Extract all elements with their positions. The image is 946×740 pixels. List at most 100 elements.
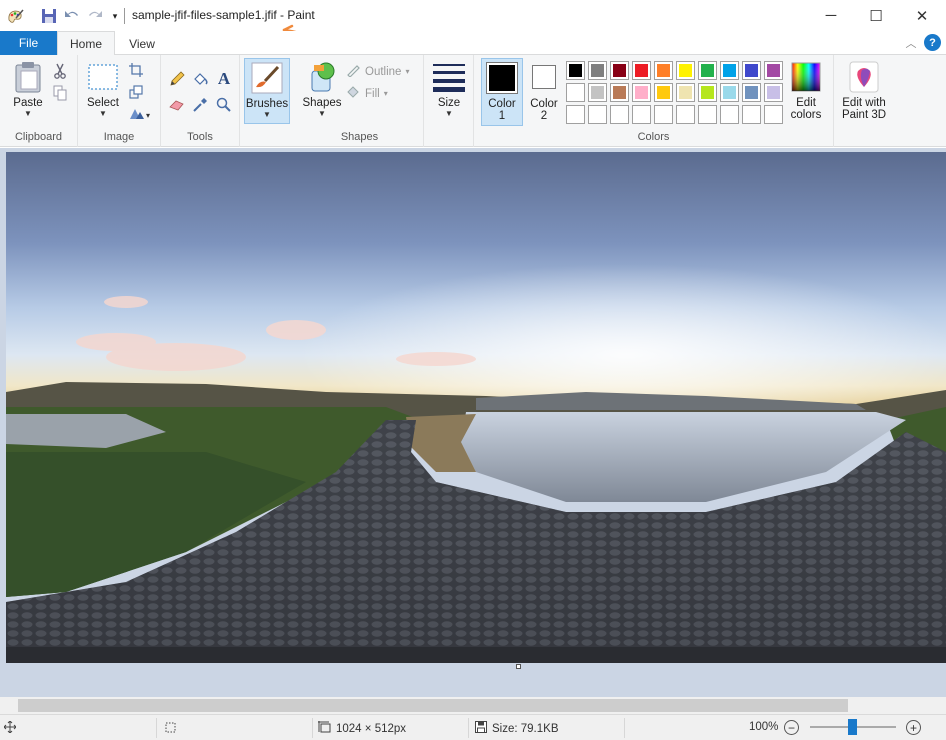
color-swatch[interactable] [742,83,761,102]
color-swatch[interactable] [698,83,717,102]
cut-icon[interactable] [50,61,70,81]
color-swatch[interactable] [610,61,629,80]
color-swatch[interactable] [566,61,585,80]
edit-with-paint3d-button[interactable]: Edit with Paint 3D [836,61,892,121]
color-swatch[interactable] [632,105,651,124]
color-swatch[interactable] [764,61,783,80]
edit-colors-button[interactable]: Edit colors [786,61,826,121]
group-image: Select ▼ ▾ Image [78,55,161,147]
rotate-icon[interactable]: ▾ [126,104,154,124]
color-swatch[interactable] [676,105,695,124]
paste-button[interactable]: Paste ▼ [8,61,48,118]
image-dimensions: 1024 × 512px [318,721,406,736]
paste-dropdown-icon[interactable]: ▼ [24,109,32,118]
color-swatch-fill [723,86,736,99]
color-swatch[interactable] [654,61,673,80]
customize-dropdown-icon[interactable]: ▾ [106,7,124,25]
color-swatch[interactable] [764,83,783,102]
image-canvas[interactable] [6,152,946,663]
select-dropdown-icon[interactable]: ▼ [99,109,107,118]
window-title: sample-jfif-files-sample1.jfif - Paint [132,8,315,22]
file-size: Size: 79.1KB [475,721,558,736]
fill-button[interactable]: Fill ▾ [346,85,388,102]
color-swatch-fill [569,108,582,121]
tab-view[interactable]: View [118,31,166,56]
color-swatch[interactable] [632,83,651,102]
magnifier-icon[interactable] [214,95,234,115]
color2-button[interactable]: Color 2 [526,61,562,122]
resize-icon[interactable] [126,82,146,102]
zoom-slider-thumb[interactable] [848,719,857,735]
collapse-ribbon-icon[interactable]: ︿ [902,34,920,52]
tools-group-label: Tools [187,131,213,143]
color-swatch[interactable] [742,61,761,80]
redo-icon[interactable] [86,7,104,25]
color-swatch[interactable] [588,83,607,102]
disk-icon [475,721,487,736]
pencil-icon[interactable] [167,69,187,89]
color-swatch-fill [745,86,758,99]
crop-icon[interactable] [126,60,146,80]
color-swatch[interactable] [720,61,739,80]
color-swatch[interactable] [632,61,651,80]
horizontal-scrollbar[interactable] [0,697,946,714]
color-swatch[interactable] [654,83,673,102]
color-swatch-fill [657,86,670,99]
color-swatch[interactable] [610,105,629,124]
brushes-button[interactable]: Brushes ▼ [244,58,290,124]
status-separator [624,718,625,738]
color-swatch[interactable] [720,83,739,102]
color-swatch[interactable] [654,105,673,124]
color-picker-icon[interactable] [190,95,210,115]
zoom-out-button[interactable]: − [784,720,799,735]
tab-home[interactable]: Home [57,31,115,56]
eraser-icon[interactable] [167,95,187,115]
scrollbar-thumb[interactable] [18,699,848,712]
maximize-button[interactable]: ☐ [853,0,899,31]
color-swatch-fill [745,108,758,121]
fill-icon [346,85,361,102]
color-swatch-fill [679,108,692,121]
color-swatch-fill [657,64,670,77]
copy-icon[interactable] [50,83,70,103]
color1-button[interactable]: Color 1 [481,58,523,126]
color-swatch[interactable] [698,61,717,80]
fill-bucket-icon[interactable] [190,69,210,89]
color-swatch[interactable] [698,105,717,124]
ribbon-tabs: File Home View ︿ ? [0,31,946,56]
size-dropdown-icon[interactable]: ▼ [445,109,453,118]
color-swatch[interactable] [764,105,783,124]
color-swatch[interactable] [566,105,585,124]
select-button[interactable]: Select ▼ [84,61,122,118]
save-icon[interactable] [40,7,58,25]
color-swatch[interactable] [610,83,629,102]
color-swatch[interactable] [588,61,607,80]
paint3d-label-line2: Paint 3D [841,109,887,121]
color-spectrum-icon [790,61,822,93]
text-tool-icon[interactable]: A [214,69,234,89]
color-swatch[interactable] [676,83,695,102]
color-swatch-fill [591,86,604,99]
paint3d-label-line1: Edit with [842,97,886,109]
color-swatch-fill [613,86,626,99]
color-swatch[interactable] [742,105,761,124]
paint-app-icon[interactable] [6,7,24,25]
size-button[interactable]: Size ▼ [430,61,468,118]
zoom-in-button[interactable]: + [906,720,921,735]
outline-button[interactable]: Outline ▾ [346,63,409,80]
shapes-button[interactable]: Shapes ▼ [300,61,344,118]
tab-file[interactable]: File [0,31,57,55]
color-swatch[interactable] [720,105,739,124]
resize-handle-bottom[interactable] [516,664,521,669]
outline-label: Outline [365,65,402,78]
title-bar: ▾ sample-jfif-files-sample1.jfif - Paint… [0,0,946,58]
color-swatch[interactable] [676,61,695,80]
color-swatch[interactable] [588,105,607,124]
brushes-dropdown-icon[interactable]: ▼ [263,110,271,119]
close-button[interactable]: ✕ [899,0,945,31]
minimize-button[interactable]: ─ [808,0,854,31]
undo-icon[interactable] [63,7,81,25]
color-swatch[interactable] [566,83,585,102]
help-icon[interactable]: ? [924,34,941,51]
shapes-dropdown-icon[interactable]: ▼ [318,109,326,118]
